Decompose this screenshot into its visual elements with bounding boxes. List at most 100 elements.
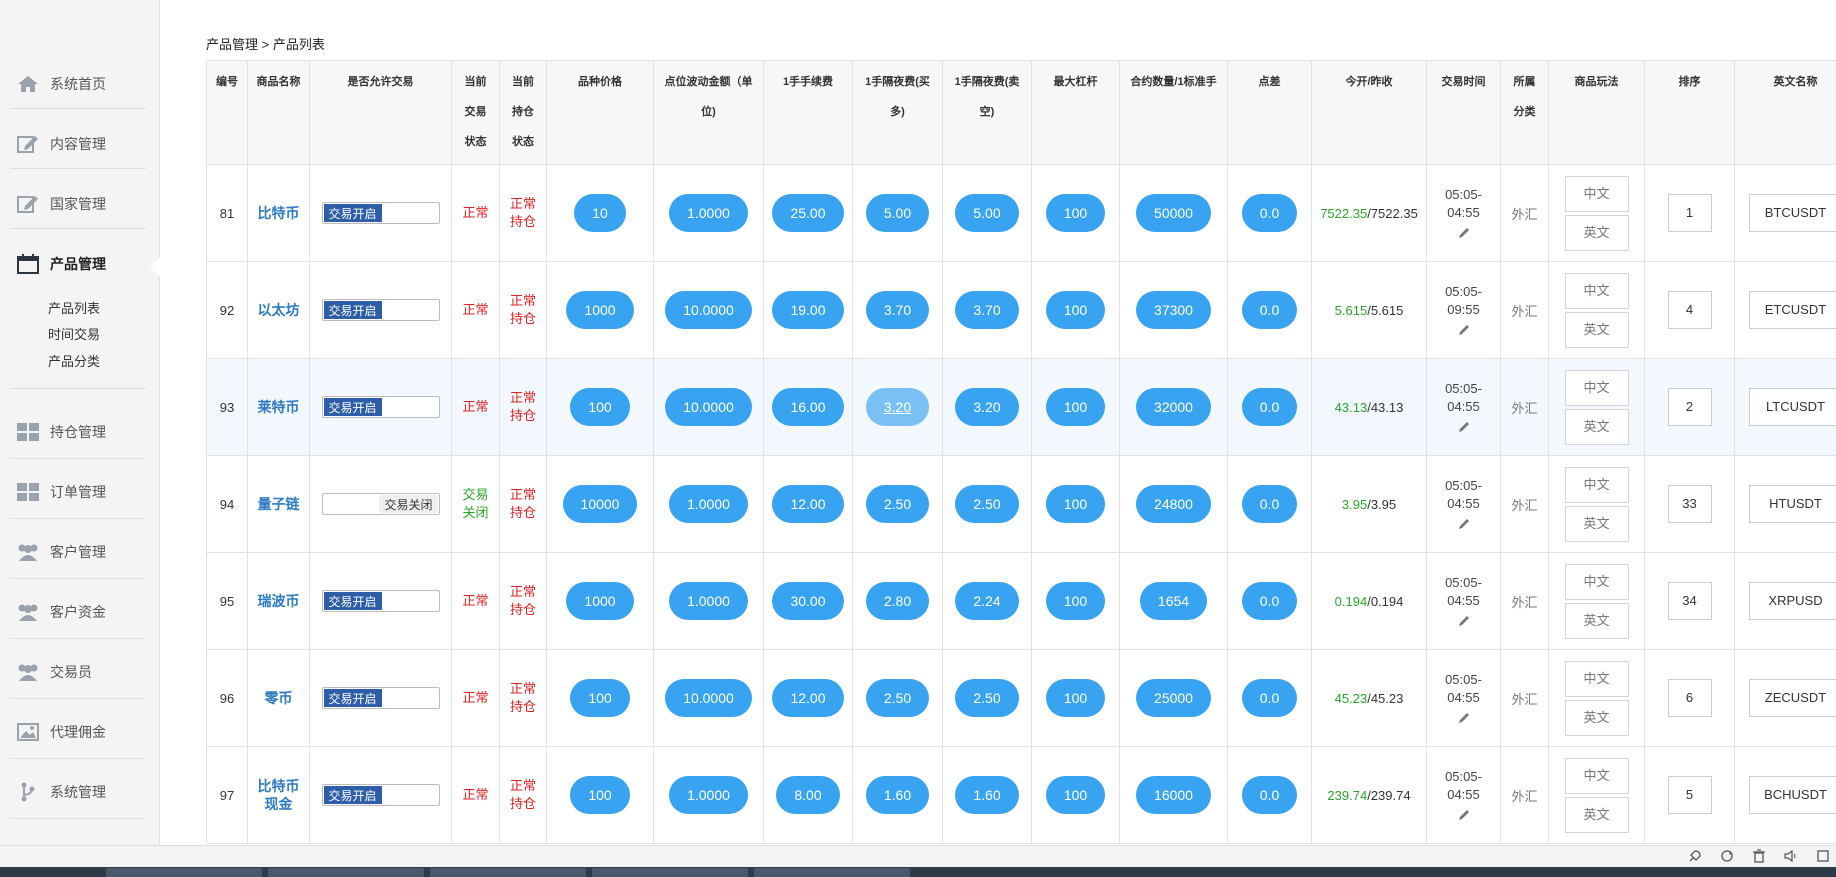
point-value-button[interactable]: 1.0000 bbox=[669, 776, 748, 814]
chinese-button[interactable]: 中文 bbox=[1564, 466, 1629, 503]
trade-toggle[interactable]: 交易开启 bbox=[321, 299, 440, 321]
overnight-buy-button[interactable]: 1.60 bbox=[865, 776, 930, 814]
price-button[interactable]: 10000 bbox=[562, 485, 638, 523]
sort-input[interactable]: 33 bbox=[1667, 485, 1712, 523]
taskbar-item[interactable] bbox=[106, 868, 262, 877]
fee-button[interactable]: 19.00 bbox=[772, 291, 844, 329]
price-button[interactable]: 10 bbox=[574, 194, 626, 232]
product-name[interactable]: 莱特币 bbox=[248, 398, 309, 416]
price-button[interactable]: 1000 bbox=[566, 582, 634, 620]
menu-item-customers[interactable]: 客户管理 bbox=[0, 530, 146, 574]
trade-toggle[interactable]: 交易开启 bbox=[321, 202, 440, 224]
contract-button[interactable]: 32000 bbox=[1136, 388, 1211, 426]
point-value-button[interactable]: 1.0000 bbox=[669, 194, 748, 232]
point-value-button[interactable]: 10.0000 bbox=[665, 291, 752, 329]
pencil-icon[interactable] bbox=[1457, 226, 1471, 240]
spread-button[interactable]: 0.0 bbox=[1241, 388, 1298, 426]
taskbar-item[interactable] bbox=[592, 868, 748, 877]
english-button[interactable]: 英文 bbox=[1564, 311, 1629, 348]
product-name[interactable]: 现金 bbox=[248, 795, 309, 813]
trade-toggle[interactable]: 交易开启 bbox=[321, 396, 440, 418]
spread-button[interactable]: 0.0 bbox=[1241, 291, 1298, 329]
english-name-input[interactable]: BCHUSDT bbox=[1748, 776, 1836, 814]
menu-item-content[interactable]: 内容管理 bbox=[0, 122, 146, 166]
trade-toggle[interactable]: 交易开启 bbox=[321, 687, 440, 709]
overnight-sell-button[interactable]: 3.20 bbox=[955, 388, 1019, 426]
sort-input[interactable]: 6 bbox=[1667, 679, 1712, 717]
menu-item-positions[interactable]: 持仓管理 bbox=[0, 410, 146, 454]
fee-button[interactable]: 25.00 bbox=[772, 194, 844, 232]
pencil-icon[interactable] bbox=[1457, 323, 1471, 337]
rocket-icon[interactable] bbox=[1688, 849, 1702, 868]
leverage-button[interactable]: 100 bbox=[1045, 679, 1106, 717]
submenu-product-list[interactable]: 产品列表 bbox=[48, 298, 100, 317]
menu-item-customer-funds[interactable]: 客户资金 bbox=[0, 590, 146, 634]
sort-input[interactable]: 4 bbox=[1667, 291, 1712, 329]
chinese-button[interactable]: 中文 bbox=[1564, 272, 1629, 309]
submenu-product-category[interactable]: 产品分类 bbox=[48, 351, 100, 370]
overnight-buy-button[interactable]: 2.80 bbox=[865, 582, 930, 620]
fee-button[interactable]: 8.00 bbox=[776, 776, 840, 814]
overnight-sell-button[interactable]: 3.70 bbox=[955, 291, 1019, 329]
point-value-button[interactable]: 10.0000 bbox=[665, 679, 752, 717]
overnight-buy-button[interactable]: 5.00 bbox=[865, 194, 930, 232]
menu-item-agent-commission[interactable]: 代理佣金 bbox=[0, 710, 146, 754]
chinese-button[interactable]: 中文 bbox=[1564, 660, 1629, 697]
price-button[interactable]: 100 bbox=[570, 388, 630, 426]
contract-button[interactable]: 37300 bbox=[1136, 291, 1211, 329]
overnight-buy-button[interactable]: 3.20 bbox=[865, 388, 930, 426]
trade-toggle[interactable]: 交易开启 bbox=[321, 590, 440, 612]
overnight-sell-button[interactable]: 2.50 bbox=[955, 485, 1019, 523]
overnight-sell-button[interactable]: 2.24 bbox=[955, 582, 1019, 620]
english-name-input[interactable]: LTCUSDT bbox=[1748, 388, 1836, 426]
refresh-icon[interactable] bbox=[1720, 849, 1734, 868]
spread-button[interactable]: 0.0 bbox=[1241, 582, 1298, 620]
menu-item-home[interactable]: 系统首页 bbox=[0, 62, 146, 106]
product-name[interactable]: 瑞波币 bbox=[248, 592, 309, 610]
sort-input[interactable]: 5 bbox=[1667, 776, 1712, 814]
spread-button[interactable]: 0.0 bbox=[1241, 485, 1298, 523]
contract-button[interactable]: 50000 bbox=[1136, 194, 1211, 232]
sort-input[interactable]: 2 bbox=[1667, 388, 1712, 426]
product-name[interactable]: 以太坊 bbox=[248, 301, 309, 319]
spread-button[interactable]: 0.0 bbox=[1241, 776, 1298, 814]
chinese-button[interactable]: 中文 bbox=[1564, 563, 1629, 600]
leverage-button[interactable]: 100 bbox=[1045, 776, 1106, 814]
product-name[interactable]: 零币 bbox=[248, 689, 309, 707]
contract-button[interactable]: 24800 bbox=[1136, 485, 1211, 523]
overnight-buy-button[interactable]: 2.50 bbox=[865, 679, 930, 717]
point-value-button[interactable]: 10.0000 bbox=[665, 388, 752, 426]
product-name[interactable]: 比特币 bbox=[248, 777, 309, 795]
product-name[interactable]: 比特币 bbox=[248, 204, 309, 222]
spread-button[interactable]: 0.0 bbox=[1241, 194, 1298, 232]
pencil-icon[interactable] bbox=[1457, 517, 1471, 531]
submenu-time-trade[interactable]: 时间交易 bbox=[48, 324, 100, 343]
trade-toggle[interactable]: 交易开启 bbox=[321, 784, 440, 806]
english-name-input[interactable]: XRPUSD bbox=[1748, 582, 1836, 620]
overnight-sell-button[interactable]: 5.00 bbox=[955, 194, 1019, 232]
leverage-button[interactable]: 100 bbox=[1045, 485, 1106, 523]
english-button[interactable]: 英文 bbox=[1564, 408, 1629, 445]
english-name-input[interactable]: ZECUSDT bbox=[1748, 679, 1836, 717]
pencil-icon[interactable] bbox=[1457, 614, 1471, 628]
fee-button[interactable]: 16.00 bbox=[772, 388, 844, 426]
product-name[interactable]: 量子链 bbox=[248, 495, 309, 513]
leverage-button[interactable]: 100 bbox=[1045, 194, 1106, 232]
price-button[interactable]: 100 bbox=[570, 679, 630, 717]
speaker-icon[interactable] bbox=[1784, 849, 1798, 868]
overnight-buy-button[interactable]: 2.50 bbox=[865, 485, 930, 523]
price-button[interactable]: 100 bbox=[570, 776, 630, 814]
spread-button[interactable]: 0.0 bbox=[1241, 679, 1298, 717]
window-icon[interactable] bbox=[1816, 849, 1830, 868]
sort-input[interactable]: 1 bbox=[1667, 194, 1712, 232]
price-button[interactable]: 1000 bbox=[566, 291, 634, 329]
point-value-button[interactable]: 1.0000 bbox=[669, 485, 748, 523]
overnight-buy-button[interactable]: 3.70 bbox=[865, 291, 930, 329]
english-button[interactable]: 英文 bbox=[1564, 602, 1629, 639]
menu-item-traders[interactable]: 交易员 bbox=[0, 650, 146, 694]
chinese-button[interactable]: 中文 bbox=[1564, 369, 1629, 406]
chinese-button[interactable]: 中文 bbox=[1564, 175, 1629, 212]
english-button[interactable]: 英文 bbox=[1564, 796, 1629, 833]
english-button[interactable]: 英文 bbox=[1564, 505, 1629, 542]
pencil-icon[interactable] bbox=[1457, 711, 1471, 725]
